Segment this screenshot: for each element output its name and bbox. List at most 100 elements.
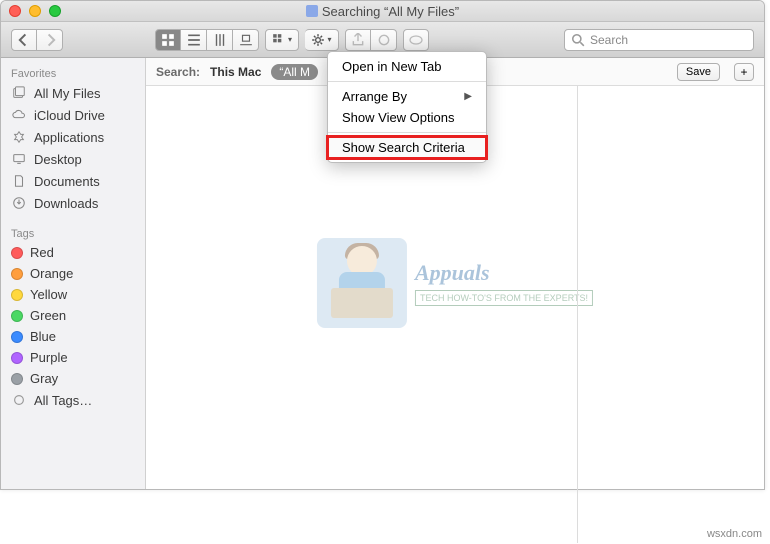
watermark-title: Appuals	[415, 260, 593, 286]
sidebar-item-downloads[interactable]: Downloads	[1, 192, 145, 214]
traffic-lights	[9, 5, 61, 17]
column-view-button[interactable]	[207, 29, 233, 51]
coverflow-icon	[239, 33, 253, 47]
view-buttons	[155, 29, 259, 51]
chevron-right-icon	[43, 33, 57, 47]
quicklook-button[interactable]	[403, 29, 429, 51]
menu-item-label: Open in New Tab	[342, 59, 442, 74]
search-placeholder: Search	[590, 33, 628, 47]
window-title-text: Searching “All My Files”	[322, 4, 459, 19]
close-window-button[interactable]	[9, 5, 21, 17]
share-button[interactable]	[345, 29, 371, 51]
sidebar-item-label: Green	[30, 308, 66, 323]
cloud-icon	[11, 107, 27, 123]
menu-show-search-criteria[interactable]: Show Search Criteria	[328, 137, 486, 158]
back-button[interactable]	[11, 29, 37, 51]
window-title: Searching “All My Files”	[1, 4, 764, 19]
tag-dot-icon	[11, 352, 23, 364]
add-criteria-button[interactable]: +	[734, 63, 754, 81]
save-button-label: Save	[686, 66, 711, 78]
applications-icon	[11, 129, 27, 145]
sidebar-item-label: iCloud Drive	[34, 108, 105, 123]
sidebar-item-label: Desktop	[34, 152, 82, 167]
tags-header: Tags	[1, 224, 145, 242]
list-icon	[187, 33, 201, 47]
sidebar-tag-red[interactable]: Red	[1, 242, 145, 263]
forward-button[interactable]	[37, 29, 63, 51]
menu-item-label: Show Search Criteria	[342, 140, 465, 155]
sidebar-item-label: Red	[30, 245, 54, 260]
sidebar-item-label: Documents	[34, 174, 100, 189]
search-label: Search:	[156, 65, 200, 79]
action-menu: Open in New Tab Arrange By ▶ Show View Op…	[327, 51, 487, 163]
sidebar-item-label: All My Files	[34, 86, 100, 101]
tag-dot-icon	[11, 331, 23, 343]
sidebar-item-applications[interactable]: Applications	[1, 126, 145, 148]
sidebar-item-label: Orange	[30, 266, 73, 281]
chevron-left-icon	[17, 33, 31, 47]
watermark-figure-icon	[317, 238, 407, 328]
watermark: Appuals TECH HOW-TO'S FROM THE EXPERTS!	[317, 238, 593, 328]
zoom-window-button[interactable]	[49, 5, 61, 17]
sidebar-tag-yellow[interactable]: Yellow	[1, 284, 145, 305]
scope-this-mac[interactable]: This Mac	[210, 65, 261, 79]
sidebar-all-tags[interactable]: All Tags…	[1, 389, 145, 411]
tag-icon	[377, 33, 391, 47]
menu-separator	[328, 132, 486, 133]
sidebar-tag-purple[interactable]: Purple	[1, 347, 145, 368]
sidebar-item-label: All Tags…	[34, 393, 92, 408]
list-view-button[interactable]	[181, 29, 207, 51]
sidebar-item-label: Yellow	[30, 287, 67, 302]
tags-button[interactable]	[371, 29, 397, 51]
search-field[interactable]: Search	[564, 29, 754, 51]
quicklook-icon	[409, 33, 423, 47]
menu-open-new-tab[interactable]: Open in New Tab	[328, 56, 486, 77]
all-tags-icon	[11, 392, 27, 408]
sidebar-tag-orange[interactable]: Orange	[1, 263, 145, 284]
share-icon	[351, 33, 365, 47]
arrange-icon	[272, 33, 286, 47]
watermark-subtitle: TECH HOW-TO'S FROM THE EXPERTS!	[415, 290, 593, 306]
sidebar-tag-green[interactable]: Green	[1, 305, 145, 326]
search-icon	[571, 33, 585, 47]
menu-arrange-by[interactable]: Arrange By ▶	[328, 86, 486, 107]
smart-folder-icon	[306, 5, 318, 17]
tag-dot-icon	[11, 247, 23, 259]
sidebar-tag-blue[interactable]: Blue	[1, 326, 145, 347]
menu-item-label: Show View Options	[342, 110, 455, 125]
minimize-window-button[interactable]	[29, 5, 41, 17]
tag-dot-icon	[11, 289, 23, 301]
icon-view-button[interactable]	[155, 29, 181, 51]
sidebar: Favorites All My Files iCloud Drive Appl…	[1, 58, 146, 489]
menu-item-label: Arrange By	[342, 89, 407, 104]
sidebar-item-label: Downloads	[34, 196, 98, 211]
sidebar-tag-gray[interactable]: Gray	[1, 368, 145, 389]
sidebar-item-documents[interactable]: Documents	[1, 170, 145, 192]
sidebar-item-label: Blue	[30, 329, 56, 344]
preview-divider	[577, 86, 578, 490]
documents-icon	[11, 173, 27, 189]
nav-buttons	[11, 29, 63, 51]
menu-show-view-options[interactable]: Show View Options	[328, 107, 486, 128]
downloads-icon	[11, 195, 27, 211]
sidebar-item-all-my-files[interactable]: All My Files	[1, 82, 145, 104]
plus-icon: +	[740, 65, 747, 79]
tag-dot-icon	[11, 310, 23, 322]
tag-dot-icon	[11, 373, 23, 385]
sidebar-item-label: Applications	[34, 130, 104, 145]
menu-separator	[328, 81, 486, 82]
sidebar-item-desktop[interactable]: Desktop	[1, 148, 145, 170]
coverflow-view-button[interactable]	[233, 29, 259, 51]
submenu-arrow-icon: ▶	[464, 91, 472, 102]
columns-icon	[213, 33, 227, 47]
gear-icon	[311, 33, 325, 47]
action-button[interactable]: ▾	[305, 29, 339, 51]
titlebar: Searching “All My Files”	[1, 1, 764, 22]
grid-icon	[161, 33, 175, 47]
sidebar-item-icloud-drive[interactable]: iCloud Drive	[1, 104, 145, 126]
arrange-button[interactable]: ▾	[265, 29, 299, 51]
scope-all-my-files[interactable]: “All M	[271, 64, 318, 80]
save-button[interactable]: Save	[677, 63, 720, 81]
credit-text: wsxdn.com	[707, 528, 762, 540]
sidebar-item-label: Gray	[30, 371, 58, 386]
